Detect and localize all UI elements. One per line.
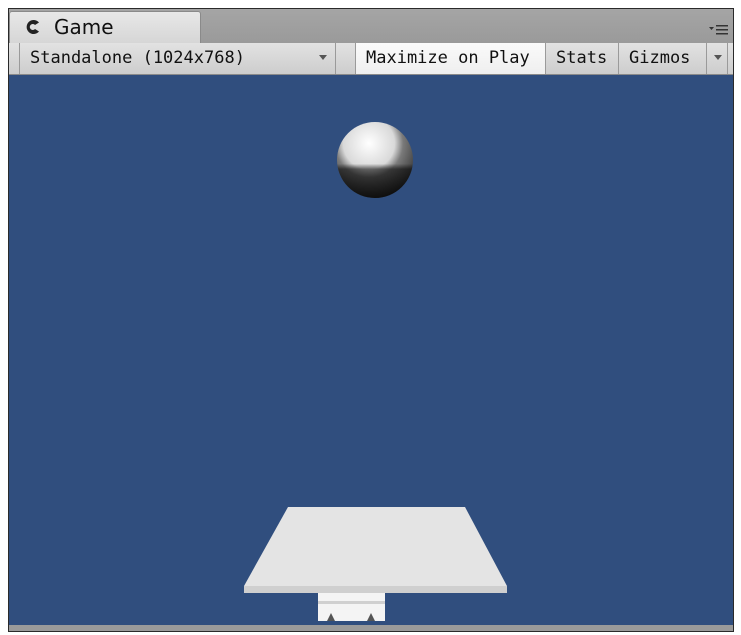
game-toolbar: Standalone (1024x768) Maximize on Play S…: [9, 43, 733, 75]
unity-game-icon: [26, 20, 39, 34]
stats-button[interactable]: Stats: [546, 43, 619, 74]
chevron-down-icon: [714, 55, 722, 60]
scene-render: [244, 122, 507, 621]
aspect-dropdown[interactable]: Standalone (1024x768): [19, 43, 336, 74]
stats-label: Stats: [556, 48, 608, 68]
tab-bar: Game: [9, 9, 733, 43]
gizmos-label: Gizmos: [629, 48, 691, 68]
game-window: Game Standalone (1024x768) Maximize on P…: [8, 8, 734, 632]
gizmos-button[interactable]: Gizmos: [619, 43, 706, 74]
tab-title: Game: [54, 15, 114, 39]
chevron-down-icon: [319, 55, 327, 60]
game-viewport[interactable]: [9, 75, 733, 625]
tab-game[interactable]: Game: [9, 11, 201, 43]
maximize-label: Maximize on Play: [366, 48, 530, 68]
gizmos-dropdown[interactable]: [706, 43, 728, 74]
panel-menu-icon[interactable]: [709, 23, 729, 37]
window-bottom-border: [9, 625, 733, 631]
maximize-on-play-button[interactable]: Maximize on Play: [355, 43, 546, 74]
platform-base: [318, 593, 385, 621]
sphere: [337, 122, 413, 198]
aspect-label: Standalone (1024x768): [30, 48, 245, 68]
platform: [244, 507, 507, 593]
